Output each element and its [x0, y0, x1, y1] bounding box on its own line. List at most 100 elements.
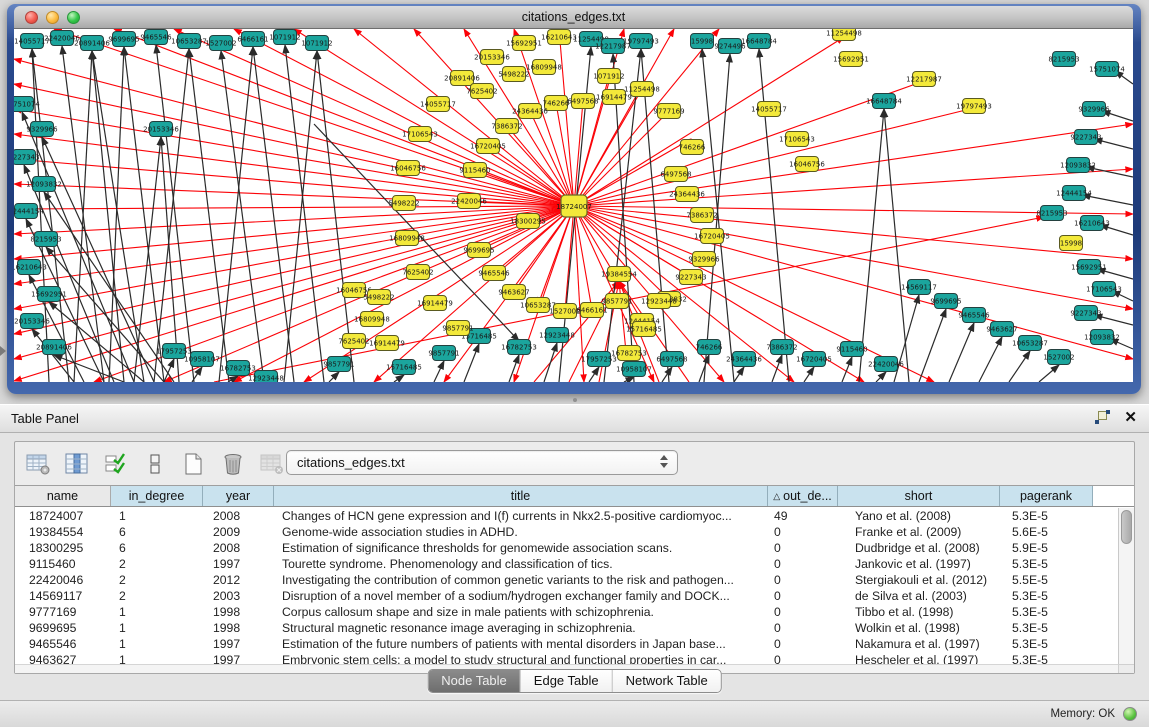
panel-divider-handle[interactable]	[0, 394, 1149, 404]
graph-node[interactable]: 9227343	[675, 270, 706, 285]
table-cell[interactable]: 22420046	[15, 572, 111, 588]
graph-node[interactable]: 16782753	[501, 340, 537, 355]
table-row[interactable]: 2242004622012Investigating the contribut…	[15, 572, 1118, 588]
graph-node[interactable]: 7625402	[402, 265, 433, 280]
table-cell[interactable]: Estimation of significance thresholds fo…	[274, 540, 768, 556]
graph-node[interactable]: 12093832	[26, 177, 62, 192]
table-cell[interactable]: Dudbridge et al. (2008)	[838, 540, 1000, 556]
table-cell[interactable]: 6	[111, 524, 203, 540]
table-cell[interactable]: 2	[111, 556, 203, 572]
graph-node[interactable]: 16210643	[1074, 216, 1110, 231]
graph-edge[interactable]	[859, 109, 884, 382]
table-cell[interactable]: 1	[111, 652, 203, 664]
graph-node[interactable]: 9463627	[498, 285, 529, 300]
graph-edge[interactable]	[14, 59, 574, 206]
graph-edge[interactable]	[14, 206, 574, 209]
table-cell[interactable]: Nakamura et al. (1997)	[838, 636, 1000, 652]
graph-node[interactable]: 5498222	[498, 67, 529, 82]
graph-node[interactable]: 9857791	[601, 294, 632, 309]
graph-node[interactable]: 15692951	[1071, 260, 1107, 275]
table-cell[interactable]: 5.3E-5	[1000, 620, 1093, 636]
graph-edge[interactable]	[109, 47, 124, 382]
minimize-window-button[interactable]	[46, 11, 59, 24]
table-cell[interactable]: 1997	[203, 652, 274, 664]
table-cell[interactable]: 5.3E-5	[1000, 604, 1093, 620]
graph-node[interactable]: 15751074	[14, 97, 40, 112]
table-cell[interactable]: 0	[768, 556, 838, 572]
table-cell[interactable]: Disruption of a novel member of a sodium…	[274, 588, 768, 604]
table-cell[interactable]: 5.3E-5	[1000, 636, 1093, 652]
graph-node[interactable]: 9329966	[688, 252, 720, 267]
graph-node[interactable]: 12444154	[1056, 186, 1092, 201]
table-row[interactable]: 1872400712008Changes of HCN gene express…	[15, 508, 1118, 524]
graph-edge[interactable]	[574, 169, 1133, 206]
column-header-name[interactable]: name	[15, 486, 111, 506]
graph-node[interactable]: 16046756	[390, 161, 426, 176]
table-cell[interactable]: Tibbo et al. (1998)	[838, 604, 1000, 620]
table-row[interactable]: 1938455462009Genome-wide association stu…	[15, 524, 1118, 540]
graph-node[interactable]: 9699695	[108, 32, 139, 47]
vertical-scrollbar[interactable]	[1118, 508, 1134, 664]
column-header-year[interactable]: year	[203, 486, 274, 506]
column-header-short[interactable]: short	[838, 486, 1000, 506]
tab-edge-table[interactable]: Edge Table	[521, 670, 613, 692]
table-cell[interactable]: Wolkin et al. (1998)	[838, 620, 1000, 636]
graph-node[interactable]: 16720405	[694, 229, 730, 244]
graph-edge[interactable]	[464, 344, 479, 382]
graph-node[interactable]: 16210643	[541, 30, 577, 45]
table-cell[interactable]: 1997	[203, 636, 274, 652]
table-cell[interactable]: Corpus callosum shape and size in male p…	[274, 604, 768, 620]
graph-node[interactable]: 16648784	[741, 34, 777, 49]
graph-edge[interactable]	[285, 45, 324, 382]
graph-edge[interactable]	[174, 29, 574, 206]
column-header-in_degree[interactable]: in_degree	[111, 486, 203, 506]
graph-node[interactable]: 16210643	[14, 260, 47, 275]
table-cell[interactable]: 14569117	[15, 588, 111, 604]
table-cell[interactable]: 18724007	[15, 508, 111, 524]
table-cell[interactable]: 18300295	[15, 540, 111, 556]
graph-node[interactable]: 15716485	[386, 360, 422, 375]
table-cell[interactable]: 19384554	[15, 524, 111, 540]
table-cell[interactable]: 6	[111, 540, 203, 556]
graph-edge[interactable]	[189, 49, 229, 382]
graph-node[interactable]: 6497568	[660, 167, 691, 182]
graph-node[interactable]: 9227343	[1070, 130, 1101, 145]
table-cell[interactable]: 0	[768, 652, 838, 664]
graph-node[interactable]: 17106543	[779, 132, 815, 147]
graph-edge[interactable]	[574, 124, 1133, 206]
graph-node[interactable]: 6497568	[567, 94, 598, 109]
graph-node[interactable]: 14569117	[901, 280, 937, 295]
table-row[interactable]: 977716911998Corpus callosum shape and si…	[15, 604, 1118, 620]
graph-node[interactable]: 746266	[679, 140, 706, 155]
graph-edge[interactable]	[1039, 365, 1059, 382]
float-panel-icon[interactable]	[1095, 410, 1110, 425]
graph-edge[interactable]	[574, 108, 974, 206]
table-cell[interactable]: Investigating the contribution of common…	[274, 572, 768, 588]
graph-node[interactable]: 9857791	[442, 321, 473, 336]
table-cell[interactable]: 9115460	[15, 556, 111, 572]
table-cell[interactable]: 9699695	[15, 620, 111, 636]
table-cell[interactable]: 1997	[203, 556, 274, 572]
table-cell[interactable]: 1	[111, 636, 203, 652]
scrollbar-thumb[interactable]	[1121, 510, 1132, 544]
graph-node[interactable]: 9465546	[958, 308, 990, 323]
graph-edge[interactable]	[92, 51, 124, 382]
tab-network-table[interactable]: Network Table	[613, 670, 721, 692]
table-cell[interactable]: Stergiakouli et al. (2012)	[838, 572, 1000, 588]
table-cell[interactable]: 5.9E-5	[1000, 540, 1093, 556]
graph-node[interactable]: 1527002	[1043, 350, 1074, 365]
graph-node[interactable]: 7625402	[466, 84, 497, 99]
table-cell[interactable]: 5.3E-5	[1000, 652, 1093, 664]
table-row[interactable]: 946362711997Embryonic stem cells: a mode…	[15, 652, 1118, 664]
graph-node[interactable]: 7386372	[491, 119, 522, 134]
graph-node[interactable]: 16914479	[369, 336, 405, 351]
graph-edge[interactable]	[394, 375, 404, 382]
citation-network-graph[interactable]: 1405571722420046208914069699695946554610…	[14, 29, 1133, 382]
table-cell[interactable]: 2	[111, 588, 203, 604]
graph-node[interactable]: 9699695	[930, 294, 961, 309]
graph-node[interactable]: 8215953	[1036, 206, 1067, 221]
table-selector-dropdown[interactable]: citations_edges.txt	[286, 450, 678, 475]
graph-edge[interactable]	[662, 367, 672, 382]
table-cell[interactable]: 9777169	[15, 604, 111, 620]
table-cell[interactable]: Jankovic et al. (1997)	[838, 556, 1000, 572]
